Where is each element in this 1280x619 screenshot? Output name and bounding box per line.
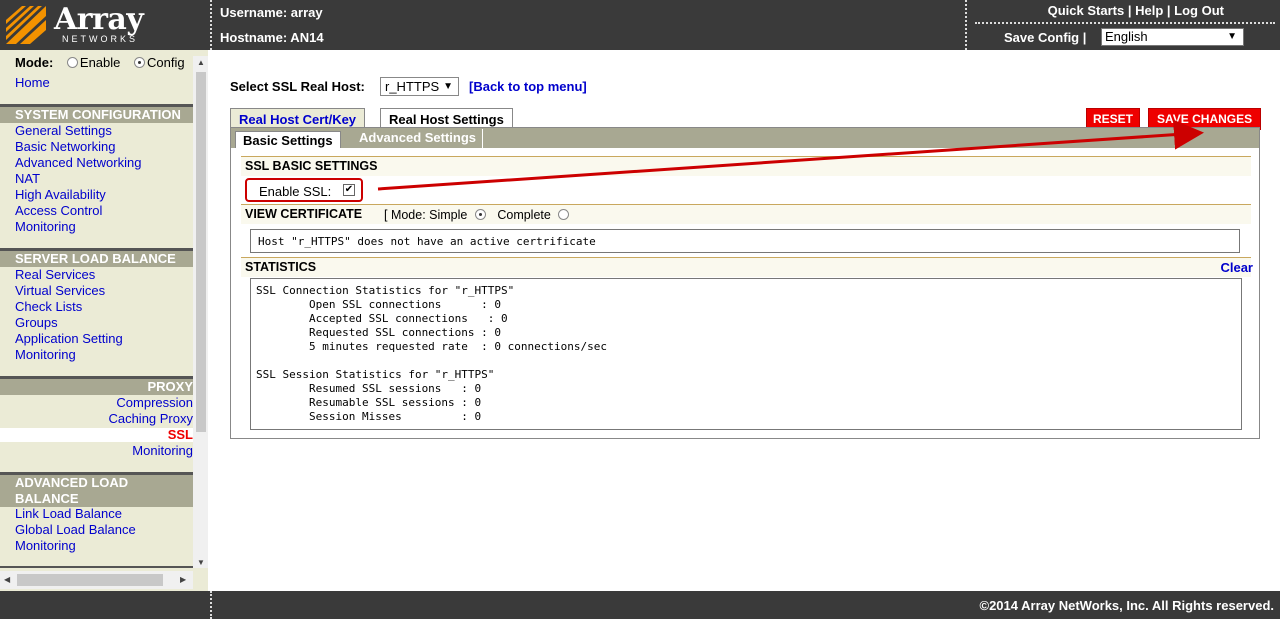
header-dotted-rule xyxy=(975,22,1275,24)
section-divider xyxy=(0,566,193,568)
back-to-top-menu-link[interactable]: [Back to top menu] xyxy=(469,79,587,94)
top-header: Array NETWORKS Username: array Hostname:… xyxy=(0,0,1280,50)
header-divider-right xyxy=(965,0,967,50)
subtab-advanced-settings[interactable]: Advanced Settings xyxy=(353,129,484,148)
scroll-right-icon[interactable]: ▶ xyxy=(180,575,186,584)
mode-selector: Mode: Enable Config xyxy=(15,55,185,70)
scroll-up-icon[interactable]: ▲ xyxy=(197,58,205,67)
checkmark-icon: ✔ xyxy=(344,184,354,195)
array-networks-logo: Array NETWORKS xyxy=(4,2,204,46)
mode-config-label: Config xyxy=(147,55,185,70)
sidebar-item-nat[interactable]: NAT xyxy=(15,171,40,186)
sidebar-item-slb-monitoring[interactable]: Monitoring xyxy=(15,347,76,362)
save-config-link[interactable]: Save Config xyxy=(1004,30,1079,45)
sidebar-item-advanced-networking[interactable]: Advanced Networking xyxy=(15,155,141,170)
sidebar-item-proxy-monitoring[interactable]: Monitoring xyxy=(132,443,193,458)
sidebar-item-ssl[interactable]: SSL xyxy=(168,427,193,442)
sidebar-item-virtual-services[interactable]: Virtual Services xyxy=(15,283,105,298)
sidebar-item-check-lists[interactable]: Check Lists xyxy=(15,299,82,314)
link-separator: | xyxy=(1127,3,1132,18)
cert-mode-selector: [ Mode: Simple Complete xyxy=(384,208,571,222)
sidebar-item-application-setting[interactable]: Application Setting xyxy=(15,331,123,346)
main-content: Select SSL Real Host: r_HTTPS ▼ [Back to… xyxy=(214,50,1280,591)
sidebar: Mode: Enable Config Home SYSTEM CONFIGUR… xyxy=(0,50,208,591)
sidebar-item-caching-proxy[interactable]: Caching Proxy xyxy=(108,411,193,426)
help-link[interactable]: Help xyxy=(1135,3,1163,18)
section-proxy-label: PROXY xyxy=(147,379,193,394)
sidebar-item-alb-monitoring[interactable]: Monitoring xyxy=(15,538,76,553)
save-config-area: Save Config | xyxy=(1004,30,1086,45)
cert-mode-simple-label: [ Mode: Simple xyxy=(384,208,468,222)
header-divider-left xyxy=(210,0,212,50)
dropdown-arrow-icon: ▼ xyxy=(1227,31,1237,42)
logout-link[interactable]: Log Out xyxy=(1174,3,1224,18)
ssl-host-select[interactable]: r_HTTPS ▼ xyxy=(380,77,459,96)
enable-ssl-label: Enable SSL: xyxy=(259,184,332,199)
statistics-output: SSL Connection Statistics for "r_HTTPS" … xyxy=(250,278,1242,430)
footer: ©2014 Array NetWorks, Inc. All Rights re… xyxy=(0,591,1280,619)
sidebar-vertical-scroll-thumb[interactable] xyxy=(196,72,206,432)
sidebar-item-high-availability[interactable]: High Availability xyxy=(15,187,106,202)
sidebar-item-groups[interactable]: Groups xyxy=(15,315,58,330)
section-system-configuration: SYSTEM CONFIGURATION xyxy=(0,107,193,123)
top-links: Quick Starts | Help | Log Out xyxy=(1048,3,1224,18)
link-separator: | xyxy=(1166,3,1171,18)
cert-mode-complete-radio[interactable] xyxy=(558,209,570,220)
enable-ssl-checkbox[interactable]: ✔ xyxy=(343,184,355,196)
language-value: English xyxy=(1105,29,1148,44)
section-advanced-load-balance: ADVANCED LOAD BALANCE xyxy=(0,475,193,507)
section-server-load-balance: SERVER LOAD BALANCE xyxy=(0,251,193,267)
cert-mode-simple-radio[interactable] xyxy=(474,209,486,220)
certificate-output: Host "r_HTTPS" does not have an active c… xyxy=(250,229,1240,253)
hostname-label: Hostname: AN14 xyxy=(220,30,324,45)
scroll-left-icon[interactable]: ◀ xyxy=(4,575,10,584)
link-separator: | xyxy=(1082,30,1087,45)
ssl-basic-settings-title: SSL BASIC SETTINGS xyxy=(241,156,1251,176)
settings-panel: Basic Settings Advanced Settings SSL BAS… xyxy=(230,127,1260,439)
logo-mark-icon xyxy=(6,6,46,44)
mode-enable-label: Enable xyxy=(79,55,121,70)
clear-statistics-link[interactable]: Clear xyxy=(1220,260,1253,275)
active-item-highlight xyxy=(0,428,193,442)
sidebar-item-home[interactable]: Home xyxy=(15,75,50,90)
language-select[interactable]: English ▼ xyxy=(1101,28,1244,46)
sidebar-item-monitoring[interactable]: Monitoring xyxy=(15,219,76,234)
section-advanced-load-balance-line1: ADVANCED LOAD xyxy=(15,475,129,490)
select-host-label: Select SSL Real Host: xyxy=(230,79,365,94)
footer-divider xyxy=(210,591,212,619)
mode-label: Mode: xyxy=(15,55,54,70)
logo-text: Array xyxy=(54,2,144,37)
sidebar-item-general-settings[interactable]: General Settings xyxy=(15,123,112,138)
section-proxy: PROXY xyxy=(0,379,193,395)
logo-subtext: NETWORKS xyxy=(62,34,139,44)
quick-starts-link[interactable]: Quick Starts xyxy=(1048,3,1125,18)
mode-config-radio[interactable] xyxy=(134,57,146,68)
dropdown-arrow-icon: ▼ xyxy=(443,81,453,92)
view-certificate-label: VIEW CERTIFICATE xyxy=(245,207,363,221)
scroll-down-icon[interactable]: ▼ xyxy=(197,558,205,567)
sidebar-item-access-control[interactable]: Access Control xyxy=(15,203,102,218)
sidebar-item-link-load-balance[interactable]: Link Load Balance xyxy=(15,506,122,521)
sidebar-item-global-load-balance[interactable]: Global Load Balance xyxy=(15,522,136,537)
sidebar-item-compression[interactable]: Compression xyxy=(116,395,193,410)
subtab-basic-settings[interactable]: Basic Settings xyxy=(235,131,341,148)
cert-mode-complete-label: Complete xyxy=(497,208,551,222)
sidebar-item-real-services[interactable]: Real Services xyxy=(15,267,95,282)
sidebar-horizontal-scroll-thumb[interactable] xyxy=(17,574,163,586)
username-label: Username: array xyxy=(220,5,323,20)
copyright-text: ©2014 Array NetWorks, Inc. All Rights re… xyxy=(979,598,1275,613)
sidebar-item-basic-networking[interactable]: Basic Networking xyxy=(15,139,115,154)
section-advanced-load-balance-line2: BALANCE xyxy=(15,491,79,506)
ssl-host-value: r_HTTPS xyxy=(385,79,440,94)
statistics-title: STATISTICS xyxy=(241,257,1251,277)
mode-enable-radio[interactable] xyxy=(66,57,78,68)
